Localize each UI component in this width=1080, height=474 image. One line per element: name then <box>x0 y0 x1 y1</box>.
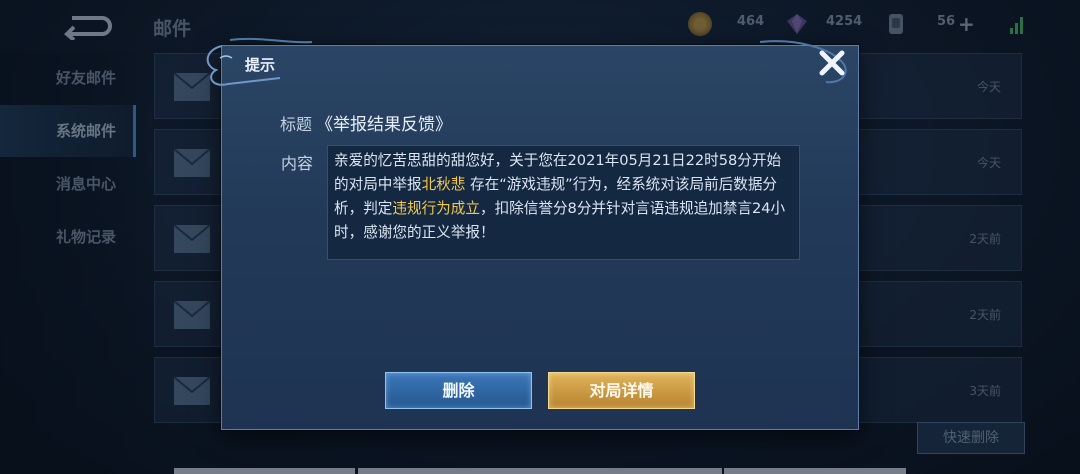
content-label: 内容 <box>281 154 314 173</box>
subject-label: 标题 <box>280 115 313 134</box>
close-icon[interactable] <box>815 46 849 80</box>
dialog-header-ornament <box>206 37 847 86</box>
verdict-text: 违规行为成立 <box>392 200 480 217</box>
mail-content-text: 亲爱的忆苦思甜的甜您好，关于您在2021年05月21日22时58分开始的对局中举… <box>334 149 793 245</box>
reported-player-name: 北秋悲 <box>421 176 466 193</box>
match-details-button[interactable]: 对局详情 <box>548 372 695 409</box>
delete-button[interactable]: 删除 <box>385 372 532 409</box>
mail-subject: 《举报结果反馈》 <box>316 115 452 135</box>
mail-content-box: 亲爱的忆苦思甜的甜您好，关于您在2021年05月21日22时58分开始的对局中举… <box>327 145 800 260</box>
dialog-title: 提示 <box>245 56 276 74</box>
